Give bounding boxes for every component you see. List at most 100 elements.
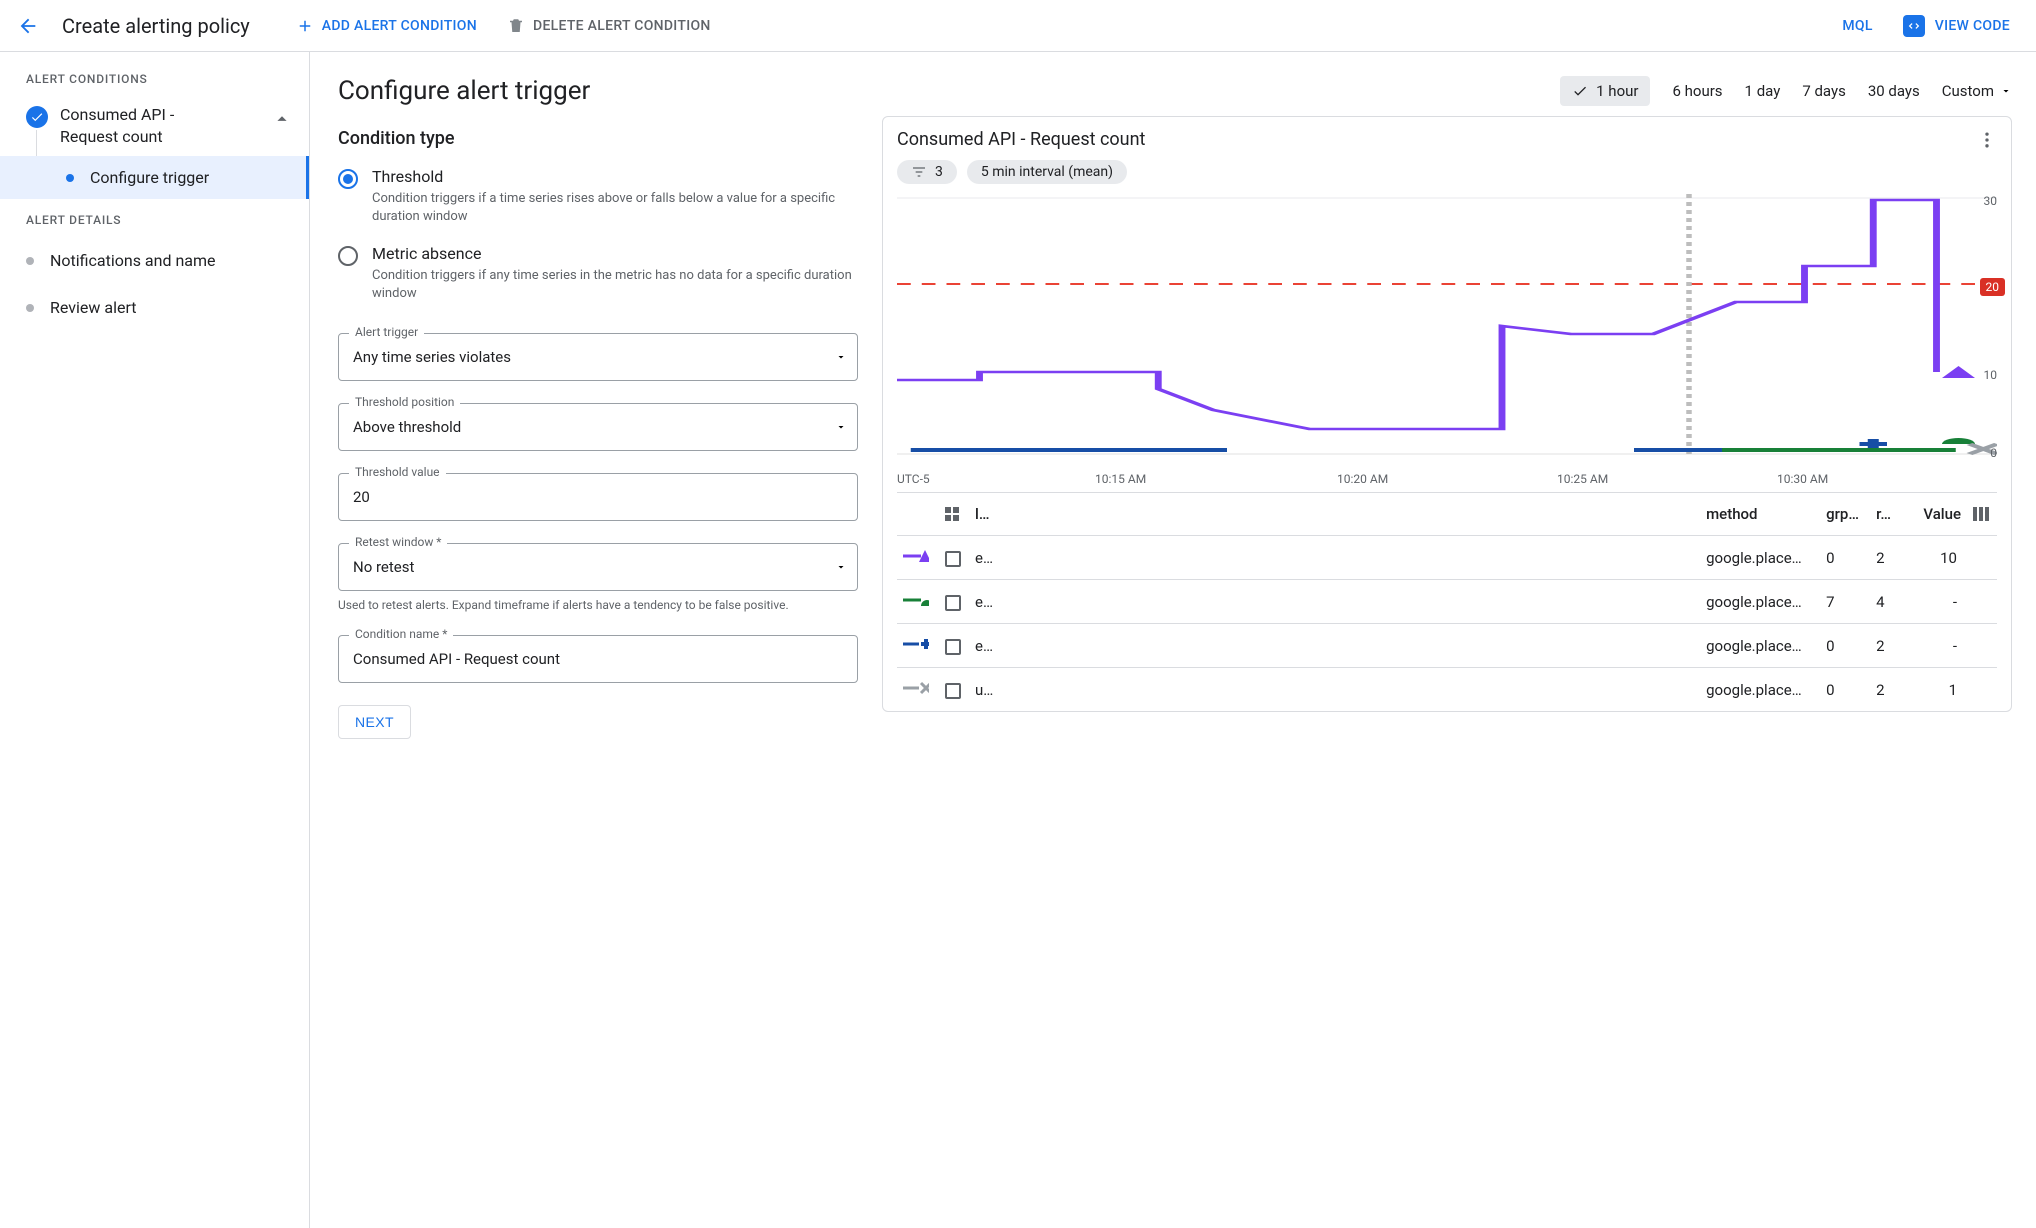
cell-l: u… [969, 668, 1700, 712]
table-row[interactable]: e…google.place…02- [897, 624, 1997, 668]
chart-svg [897, 194, 1997, 464]
alert-trigger-label: Alert trigger [349, 325, 424, 339]
code-icon [1903, 15, 1925, 37]
form-column: Configure alert trigger Condition type T… [338, 76, 858, 1204]
cell-r: 4 [1870, 580, 1897, 624]
threshold-position-value: Above threshold [339, 404, 857, 450]
cell-l: e… [969, 580, 1700, 624]
interval-chip[interactable]: 5 min interval (mean) [967, 160, 1127, 184]
cell-method: google.place… [1700, 624, 1820, 668]
y-tick-0: 0 [1990, 446, 1997, 460]
sidebar-condition-item[interactable]: Consumed API - Request count [0, 96, 309, 156]
alert-trigger-value: Any time series violates [339, 334, 857, 380]
cell-grp: 7 [1820, 580, 1870, 624]
alert-trigger-select[interactable]: Alert trigger Any time series violates [338, 333, 858, 381]
sidebar-substep-configure-trigger[interactable]: Configure trigger [0, 156, 309, 199]
retest-label: Retest window * [349, 535, 447, 549]
check-badge [26, 106, 48, 128]
range-7days[interactable]: 7 days [1802, 82, 1846, 100]
series-mark-icon [903, 593, 929, 611]
range-30days[interactable]: 30 days [1868, 82, 1920, 100]
trash-icon [507, 17, 525, 35]
cell-grp: 0 [1820, 536, 1870, 580]
threshold-position-select[interactable]: Threshold position Above threshold [338, 403, 858, 451]
radio-threshold-desc: Condition triggers if a time series rise… [372, 190, 858, 226]
radio-threshold[interactable]: Threshold Condition triggers if a time s… [338, 157, 858, 234]
filter-icon [911, 164, 927, 180]
threshold-value-input[interactable]: Threshold value 20 [338, 473, 858, 521]
kebab-icon[interactable] [1977, 130, 1997, 150]
range-1hour-label: 1 hour [1596, 82, 1638, 100]
range-1hour[interactable]: 1 hour [1560, 76, 1650, 106]
range-6hours[interactable]: 6 hours [1672, 82, 1722, 100]
radio-absence-desc: Condition triggers if any time series in… [372, 267, 858, 303]
dot-icon [26, 304, 34, 312]
cell-grp: 0 [1820, 624, 1870, 668]
radio-metric-absence[interactable]: Metric absence Condition triggers if any… [338, 234, 858, 311]
row-checkbox[interactable] [945, 683, 961, 699]
interval-chip-label: 5 min interval (mean) [981, 164, 1113, 180]
sidebar-item-review[interactable]: Review alert [0, 284, 309, 331]
table-row[interactable]: e…google.place…0210 [897, 536, 1997, 580]
cell-method: google.place… [1700, 536, 1820, 580]
sidebar: ALERT CONDITIONS Consumed API - Request … [0, 52, 310, 1228]
y-tick-10: 10 [1984, 368, 1998, 382]
x-tick-4: 10:30 AM [1777, 472, 1997, 486]
sidebar-section-details: ALERT DETAILS [0, 199, 309, 237]
mql-button[interactable]: MQL [1834, 12, 1880, 40]
cell-value: - [1897, 580, 1967, 624]
x-axis: UTC-5 10:15 AM 10:20 AM 10:25 AM 10:30 A… [897, 472, 1997, 486]
dot-icon [26, 257, 34, 265]
add-condition-button[interactable]: ADD ALERT CONDITION [288, 11, 485, 41]
chevron-up-icon [271, 108, 293, 130]
delete-condition-button[interactable]: DELETE ALERT CONDITION [499, 11, 719, 41]
filter-chip[interactable]: 3 [897, 160, 957, 184]
x-tick-3: 10:25 AM [1557, 472, 1777, 486]
cell-method: google.place… [1700, 668, 1820, 712]
cell-method: google.place… [1700, 580, 1820, 624]
next-label: NEXT [355, 714, 394, 730]
dot-icon [66, 174, 74, 182]
table-row[interactable]: e…google.place…74- [897, 580, 1997, 624]
row-checkbox[interactable] [945, 595, 961, 611]
retest-window-select[interactable]: Retest window * No retest [338, 543, 858, 591]
table-row[interactable]: u…google.place…021 [897, 668, 1997, 712]
threshold-position-label: Threshold position [349, 395, 460, 409]
col-l[interactable]: l… [969, 493, 1700, 536]
range-custom[interactable]: Custom [1942, 82, 2012, 100]
row-checkbox[interactable] [945, 639, 961, 655]
col-method[interactable]: method [1700, 493, 1820, 536]
view-code-button[interactable]: VIEW CODE [1895, 9, 2018, 43]
row-checkbox[interactable] [945, 551, 961, 567]
columns-icon[interactable] [1973, 507, 1991, 521]
cell-grp: 0 [1820, 668, 1870, 712]
time-range-row: 1 hour 6 hours 1 day 7 days 30 days Cust… [882, 76, 2012, 106]
cell-l: e… [969, 536, 1700, 580]
x-tz: UTC-5 [897, 472, 1095, 486]
chevron-down-icon [835, 421, 847, 433]
next-button[interactable]: NEXT [338, 705, 411, 739]
review-label: Review alert [50, 298, 136, 317]
topbar: Create alerting policy ADD ALERT CONDITI… [0, 0, 2036, 52]
range-custom-label: Custom [1942, 82, 1994, 100]
range-1day[interactable]: 1 day [1745, 82, 1781, 100]
filter-count: 3 [935, 164, 943, 180]
arrow-left-icon [17, 15, 39, 37]
y-tick-30: 30 [1984, 194, 1998, 208]
series-table: l… method grp… r… Value e…google.place…0… [897, 492, 1997, 711]
condition-name-input[interactable]: Condition name * Consumed API - Request … [338, 635, 858, 683]
col-value[interactable]: Value [1897, 493, 1967, 536]
sidebar-item-notifications[interactable]: Notifications and name [0, 237, 309, 284]
back-button[interactable] [8, 6, 48, 46]
threshold-badge: 20 [1980, 278, 2006, 296]
radio-threshold-title: Threshold [372, 167, 858, 186]
cell-r: 2 [1870, 536, 1897, 580]
add-condition-label: ADD ALERT CONDITION [322, 18, 477, 34]
mql-label: MQL [1842, 18, 1872, 34]
col-r[interactable]: r… [1870, 493, 1897, 536]
grid-icon[interactable] [945, 507, 963, 521]
col-grp[interactable]: grp… [1820, 493, 1870, 536]
series-mark-icon [903, 637, 929, 655]
plus-icon [296, 17, 314, 35]
radio-icon [338, 246, 358, 266]
